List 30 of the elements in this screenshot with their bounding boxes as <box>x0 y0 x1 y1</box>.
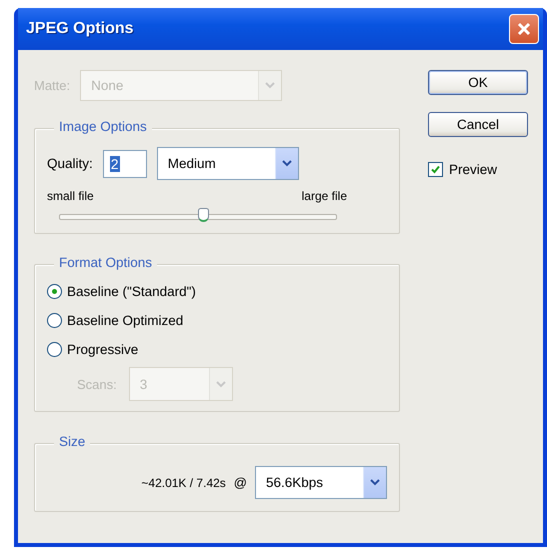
size-estimate: ~42.01K / 7.42s <box>141 476 226 490</box>
radio-option[interactable]: Baseline Optimized <box>47 306 387 335</box>
input-field[interactable]: 2 <box>102 150 147 178</box>
caret-icon <box>370 479 380 486</box>
caret-icon <box>216 380 226 388</box>
window-title: JPEG Options <box>26 20 134 38</box>
radio-option[interactable]: Baseline ("Standard") <box>47 277 387 306</box>
preview-checkbox[interactable]: Preview <box>428 162 528 177</box>
radio-option[interactable]: Progressive <box>47 335 387 364</box>
min-label: small file <box>47 189 94 203</box>
caret-icon <box>282 160 292 167</box>
max-label: large file <box>302 189 347 203</box>
close-icon <box>516 21 532 37</box>
slider[interactable] <box>59 207 337 223</box>
caret-icon <box>265 82 276 89</box>
radio-icon[interactable] <box>47 313 62 328</box>
dialog-button[interactable]: OK <box>428 70 528 95</box>
radio-icon[interactable] <box>47 284 62 299</box>
close-button[interactable] <box>509 14 539 44</box>
slider-thumb[interactable] <box>198 208 209 222</box>
dropdown[interactable]: 56.6Kbps <box>255 466 387 499</box>
dialog-button[interactable]: Cancel <box>428 112 528 137</box>
group-title: Size <box>54 434 90 449</box>
group-title: Image Options <box>54 119 152 134</box>
check-icon <box>431 165 440 174</box>
at-sign: @ <box>234 475 247 490</box>
quality-label: Quality: <box>47 156 93 171</box>
group-title: Format Options <box>54 255 158 270</box>
radio-icon[interactable] <box>47 342 62 357</box>
dropdown[interactable]: Medium <box>156 147 299 180</box>
